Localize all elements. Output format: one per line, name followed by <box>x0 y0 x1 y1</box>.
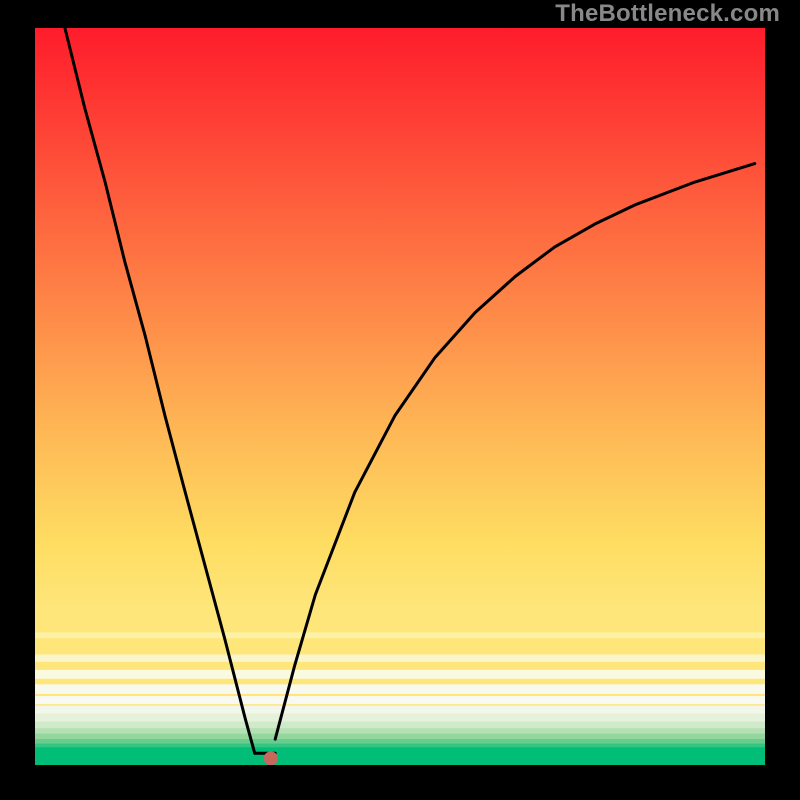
plot-area <box>35 28 765 765</box>
gradient-band <box>35 734 765 739</box>
gradient-band <box>35 684 765 694</box>
gradient-band <box>35 654 765 661</box>
gradient-band <box>35 609 765 613</box>
plot-svg <box>35 28 765 765</box>
gradient-band <box>35 714 765 721</box>
gradient-band <box>35 696 765 704</box>
gradient-band <box>35 739 765 744</box>
gradient-band <box>35 706 765 714</box>
chart-frame: TheBottleneck.com <box>0 0 800 800</box>
gradient-band <box>35 728 765 734</box>
bottom-green-band <box>35 747 765 765</box>
watermark-text: TheBottleneck.com <box>555 0 780 28</box>
marker-dot <box>264 751 278 765</box>
gradient-band <box>35 670 765 679</box>
gradient-band <box>35 632 765 638</box>
gradient-band <box>35 722 765 729</box>
